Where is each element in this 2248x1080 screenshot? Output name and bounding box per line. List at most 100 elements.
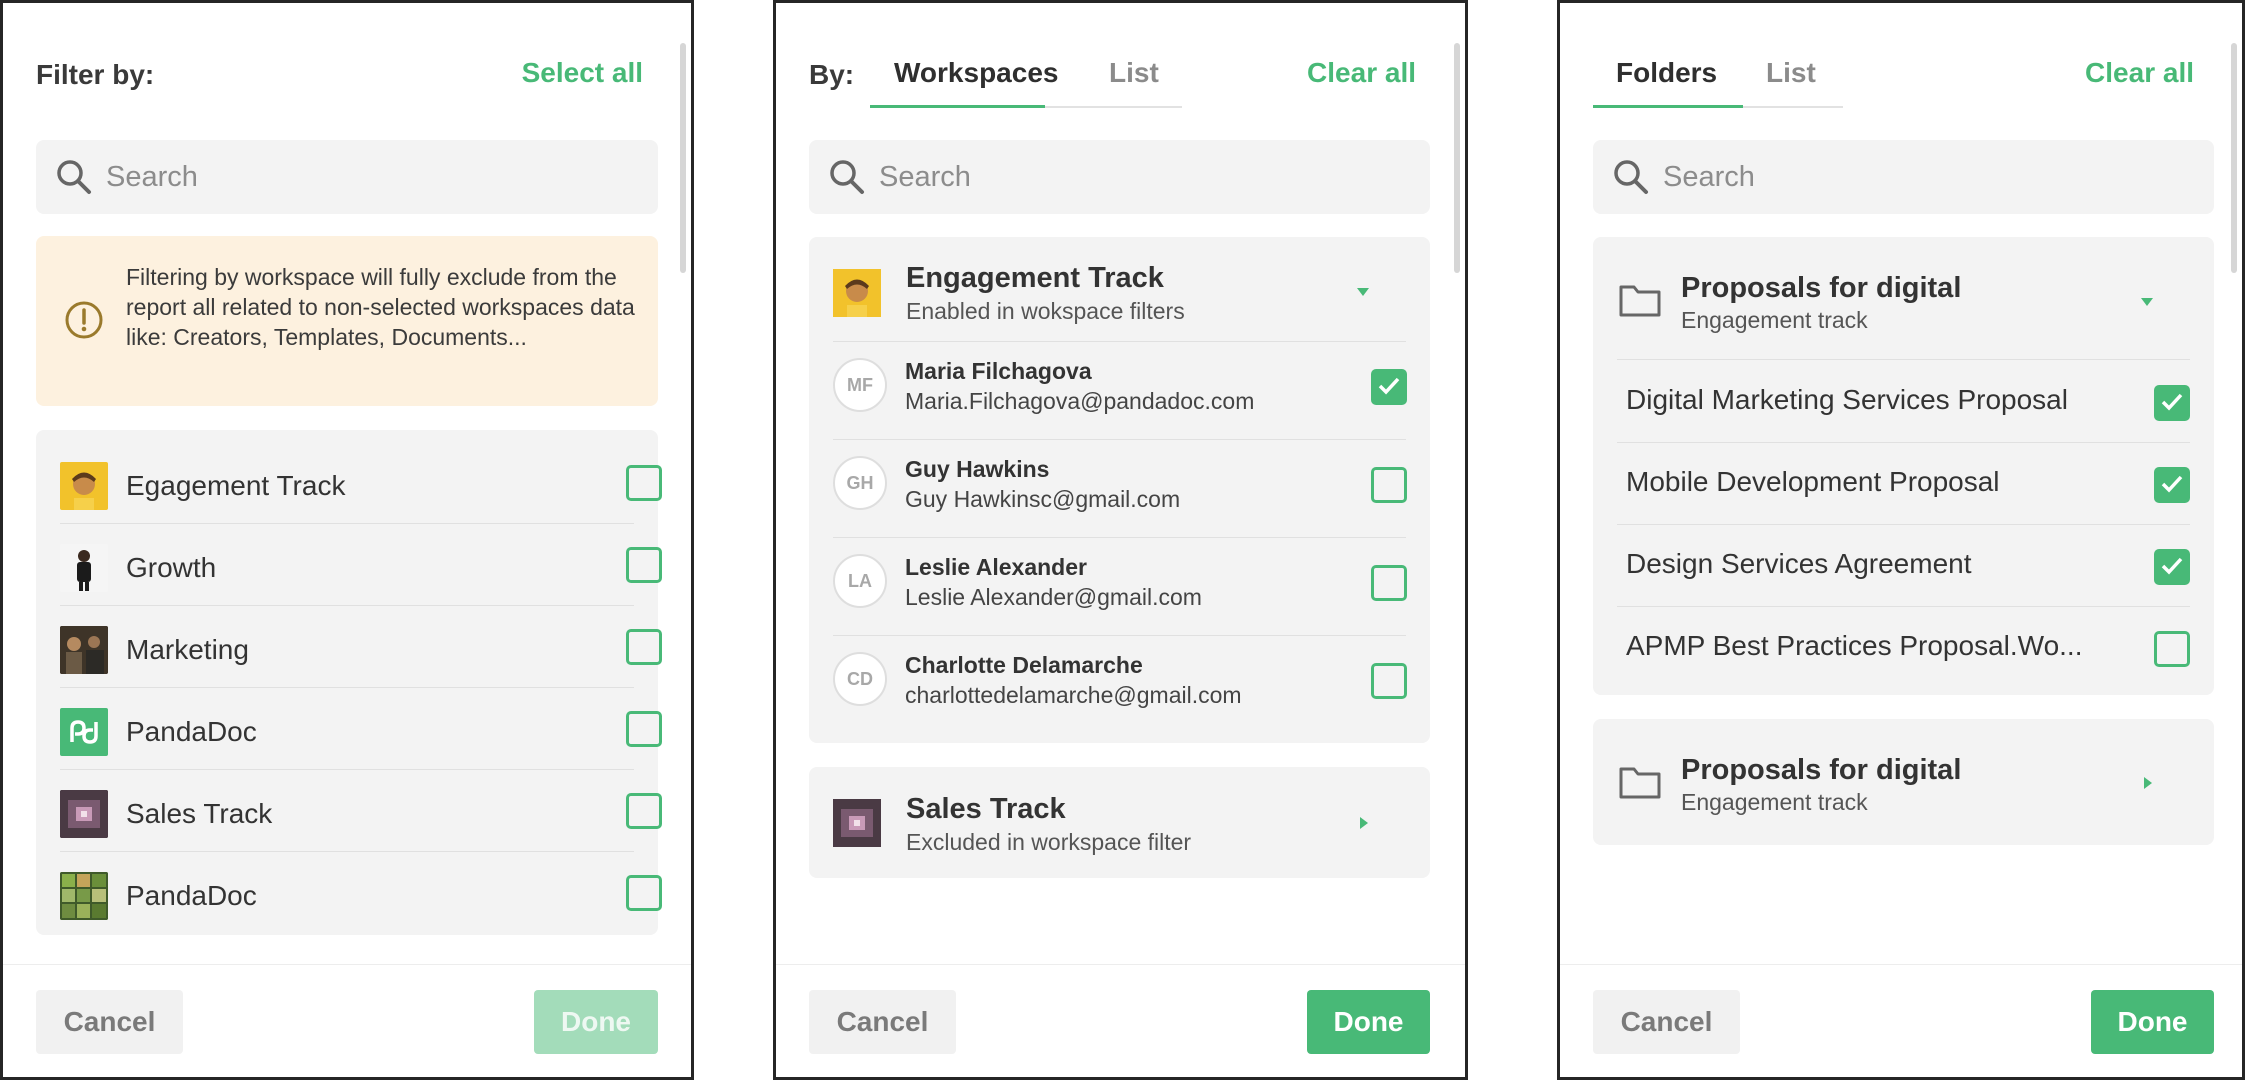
checkbox[interactable] (626, 465, 662, 501)
cancel-button[interactable]: Cancel (36, 990, 183, 1054)
checkbox[interactable] (2154, 467, 2190, 503)
panel-title: Filter by: (36, 59, 155, 90)
pandadoc-logo-icon (60, 708, 108, 756)
avatar-thumbnail-icon (60, 462, 108, 510)
search-box[interactable] (1593, 140, 2214, 214)
list-item-label: Egagement Track (126, 470, 346, 501)
grid-thumbnail-icon (60, 872, 108, 920)
list-item[interactable]: Sales Track (60, 769, 662, 852)
folder-title: Proposals for digital (1681, 272, 1962, 304)
group-header[interactable]: Engagement Track Enabled in wokspace fil… (809, 237, 1430, 341)
group-title: Sales Track (906, 793, 1066, 825)
active-tab-indicator (870, 105, 1045, 108)
filter-panel-workspaces: Filter by: Select all Filtering by works… (0, 0, 694, 1080)
done-button[interactable]: Done (2091, 990, 2214, 1054)
folder-header[interactable]: Proposals for digital Engagement track (1593, 237, 2214, 359)
folder-group-expanded: Proposals for digital Engagement track D… (1593, 237, 2214, 695)
document-row[interactable]: Digital Marketing Services Proposal (1617, 360, 2190, 443)
checkbox[interactable] (626, 875, 662, 911)
caret-down-icon[interactable] (2139, 297, 2155, 307)
document-row[interactable]: Design Services Agreement (1617, 524, 2190, 607)
user-email: charlottedelamarche@gmail.com (905, 682, 1242, 708)
filter-panel-folders: Folders List Clear all Proposals for dig… (1557, 0, 2245, 1080)
document-name: Digital Marketing Services Proposal (1626, 384, 2068, 415)
list-item-label: Sales Track (126, 798, 273, 829)
avatar: MF (833, 358, 887, 412)
checkbox[interactable] (2154, 385, 2190, 421)
check-icon (2161, 557, 2183, 575)
user-name: Maria Filchagova (905, 358, 1092, 384)
checkbox[interactable] (1371, 565, 1407, 601)
scrollbar[interactable] (680, 43, 686, 273)
workspace-group-collapsed[interactable]: Sales Track Excluded in workspace filter (809, 767, 1430, 878)
caret-right-icon[interactable] (2143, 775, 2153, 791)
workspace-group-expanded: Engagement Track Enabled in wokspace fil… (809, 237, 1430, 743)
user-row[interactable]: CD Charlotte Delamarche charlottedelamar… (833, 636, 1407, 733)
group-title: Engagement Track (906, 262, 1164, 294)
cancel-button[interactable]: Cancel (809, 990, 956, 1054)
list-item[interactable]: Growth (60, 523, 662, 606)
user-row[interactable]: LA Leslie Alexander Leslie Alexander@gma… (833, 538, 1407, 636)
checkbox[interactable] (1371, 369, 1407, 405)
scrollbar[interactable] (2231, 43, 2237, 273)
user-email: Maria.Filchagova@pandadoc.com (905, 388, 1255, 414)
search-input[interactable] (877, 159, 1378, 195)
search-input[interactable] (104, 159, 606, 195)
search-box[interactable] (809, 140, 1430, 214)
checkbox[interactable] (626, 793, 662, 829)
caret-right-icon[interactable] (1359, 815, 1369, 831)
user-row[interactable]: MF Maria Filchagova Maria.Filchagova@pan… (833, 342, 1407, 440)
cancel-button[interactable]: Cancel (1593, 990, 1740, 1054)
checkbox[interactable] (626, 629, 662, 665)
checkbox[interactable] (2154, 549, 2190, 585)
document-row[interactable]: Mobile Development Proposal (1617, 442, 2190, 525)
clear-all-link[interactable]: Clear all (2085, 57, 2194, 89)
avatar: CD (833, 652, 887, 706)
by-label: By: (809, 59, 855, 90)
select-all-link[interactable]: Select all (522, 57, 643, 89)
clear-all-link[interactable]: Clear all (1307, 57, 1416, 89)
search-icon (1614, 160, 1648, 194)
check-icon (1378, 377, 1400, 395)
scrollbar[interactable] (1454, 43, 1460, 273)
list-item[interactable]: Marketing (60, 605, 662, 688)
tab-list[interactable]: List (1766, 57, 1816, 89)
person-thumbnail-icon (60, 544, 108, 592)
list-item-label: PandaDoc (126, 716, 257, 747)
avatar-thumbnail-icon (833, 269, 881, 317)
user-email: Guy Hawkinsc@gmail.com (905, 486, 1181, 512)
list-item-label: Marketing (126, 634, 249, 665)
list-item[interactable]: PandaDoc (60, 687, 662, 770)
checkbox[interactable] (2154, 631, 2190, 667)
folder-subtitle: Engagement track (1681, 307, 1868, 333)
tunnel-thumbnail-icon (833, 799, 881, 847)
document-row[interactable]: APMP Best Practices Proposal.Wo... (1617, 606, 2190, 688)
tab-folders[interactable]: Folders (1616, 57, 1717, 89)
done-button[interactable]: Done (1307, 990, 1430, 1054)
user-row[interactable]: GH Guy Hawkins Guy Hawkinsc@gmail.com (833, 440, 1407, 538)
tab-list[interactable]: List (1109, 57, 1159, 89)
checkbox[interactable] (626, 711, 662, 747)
photo-thumbnail-icon (60, 626, 108, 674)
search-input[interactable] (1661, 159, 2162, 195)
caret-down-icon[interactable] (1355, 287, 1371, 297)
avatar: GH (833, 456, 887, 510)
folder-icon (1619, 285, 1661, 317)
user-email: Leslie Alexander@gmail.com (905, 584, 1202, 610)
search-box[interactable] (36, 140, 658, 214)
list-item[interactable]: PandaDoc (60, 851, 662, 933)
folder-group-collapsed[interactable]: Proposals for digital Engagement track (1593, 719, 2214, 845)
search-icon (57, 160, 91, 194)
warning-icon (65, 301, 103, 339)
folder-title: Proposals for digital (1681, 754, 1962, 786)
checkbox[interactable] (1371, 663, 1407, 699)
tab-workspaces[interactable]: Workspaces (894, 57, 1058, 89)
done-button[interactable]: Done (534, 990, 658, 1054)
checkbox[interactable] (626, 547, 662, 583)
filter-panel-users: By: Workspaces List Clear all Engagement… (773, 0, 1468, 1080)
list-item[interactable]: Egagement Track (60, 441, 662, 524)
document-name: Design Services Agreement (1626, 548, 1972, 579)
checkbox[interactable] (1371, 467, 1407, 503)
folder-icon (1619, 767, 1661, 799)
list-item-label: PandaDoc (126, 880, 257, 911)
